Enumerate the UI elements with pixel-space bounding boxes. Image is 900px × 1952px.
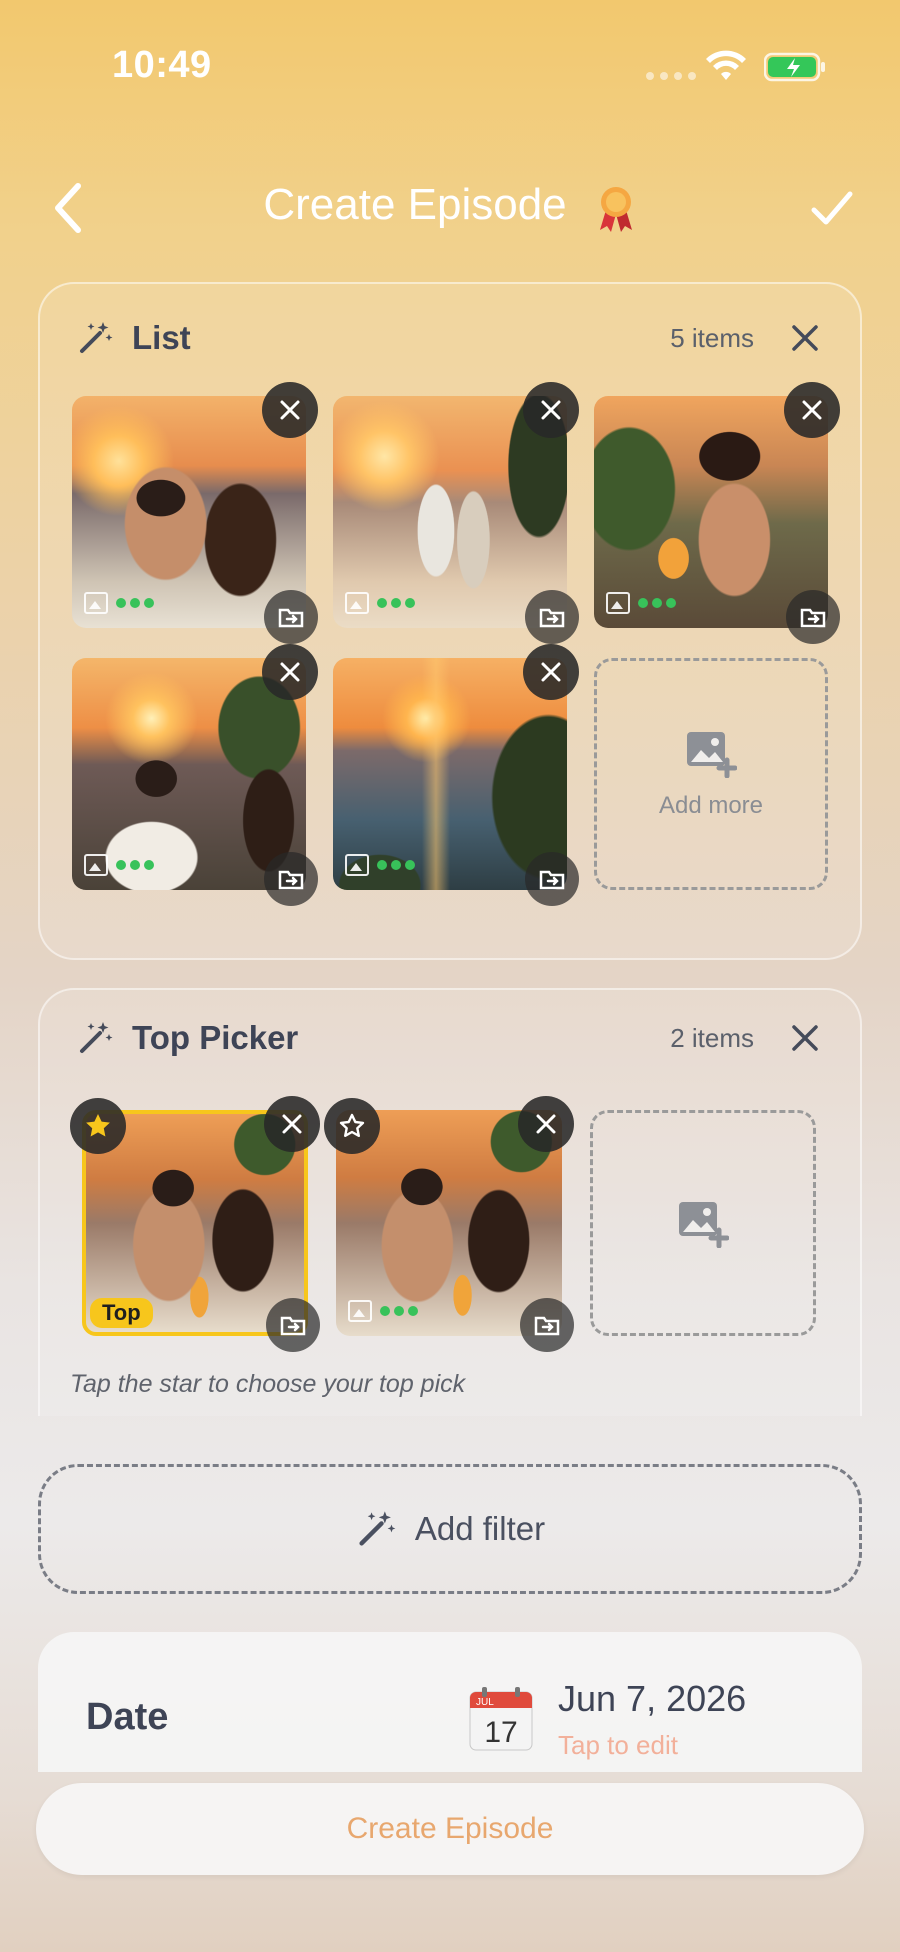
top-pick-badge: Top: [90, 1298, 153, 1328]
folder-move-icon: [278, 608, 304, 628]
move-photo-button[interactable]: [266, 1298, 320, 1352]
cellular-signal-icon: [646, 72, 696, 80]
status-dots: [638, 598, 676, 608]
star-filled-icon: [86, 1114, 110, 1137]
create-episode-button[interactable]: Create Episode: [36, 1783, 864, 1875]
image-icon: [84, 592, 108, 614]
calendar-day: 17: [484, 1716, 517, 1749]
add-filter-label: Add filter: [414, 1510, 546, 1547]
image-icon: [84, 854, 108, 876]
top-picker-item-count: 2 items: [670, 1022, 754, 1053]
top-picker-photo-tile[interactable]: [324, 1096, 574, 1352]
date-label: Date: [86, 1696, 169, 1738]
date-edit-hint[interactable]: Tap to edit: [558, 1730, 678, 1761]
move-photo-button[interactable]: [520, 1298, 574, 1352]
add-photo-icon: [687, 732, 737, 778]
remove-photo-button[interactable]: [523, 644, 579, 700]
award-badge-icon: [600, 187, 632, 232]
remove-list-filter-button[interactable]: [790, 323, 820, 353]
date-value: Jun 7, 2026: [558, 1678, 747, 1719]
magic-wand-icon: [80, 1022, 113, 1053]
remove-photo-button[interactable]: [262, 644, 318, 700]
top-pick-hint: Tap the star to choose your top pick: [70, 1370, 466, 1398]
move-photo-button[interactable]: [264, 852, 318, 906]
image-icon: [345, 854, 369, 876]
top-picker-card-header: Top Picker 2 items: [76, 1014, 820, 1062]
list-item-count: 5 items: [670, 322, 754, 353]
star-outline-icon: [339, 1113, 365, 1137]
status-time: 10:49: [112, 44, 212, 86]
image-icon: [606, 592, 630, 614]
close-icon: [280, 400, 300, 420]
image-icon: [348, 1300, 372, 1322]
remove-photo-button[interactable]: [518, 1096, 574, 1152]
close-icon: [536, 1114, 556, 1134]
status-dots: [377, 598, 415, 608]
status-dots: [380, 1306, 418, 1316]
remove-top-picker-filter-button[interactable]: [790, 1023, 820, 1053]
move-photo-button[interactable]: [525, 590, 579, 644]
top-pick-photo-tile[interactable]: Top: [70, 1096, 320, 1352]
move-photo-button[interactable]: [786, 590, 840, 644]
close-icon: [280, 662, 300, 682]
move-photo-button[interactable]: [264, 590, 318, 644]
add-more-label: Add more: [658, 792, 764, 819]
photo-meta: [606, 592, 676, 614]
page-title: Create Episode: [263, 180, 567, 229]
magic-wand-icon: [80, 322, 113, 353]
star-top-pick-button[interactable]: [70, 1098, 126, 1154]
battery-charging-icon: [764, 52, 825, 82]
close-icon: [541, 662, 561, 682]
wifi-icon: [706, 50, 746, 80]
close-icon: [282, 1114, 302, 1134]
photo-meta: [345, 592, 415, 614]
status-dots: [116, 860, 154, 870]
list-photo-tile[interactable]: [333, 382, 579, 644]
list-photo-tile[interactable]: [594, 382, 840, 644]
folder-move-icon: [539, 870, 565, 890]
remove-photo-button[interactable]: [523, 382, 579, 438]
status-dots: [377, 860, 415, 870]
list-card-title: List: [132, 319, 191, 356]
close-icon: [541, 400, 561, 420]
list-card-header: List 5 items: [76, 314, 820, 362]
star-top-pick-button[interactable]: [324, 1098, 380, 1154]
add-more-photos-button[interactable]: Add more: [594, 658, 828, 890]
folder-move-icon: [278, 870, 304, 890]
photo-meta: [345, 854, 415, 876]
photo-meta: [348, 1300, 418, 1322]
remove-photo-button[interactable]: [784, 382, 840, 438]
remove-photo-button[interactable]: [262, 382, 318, 438]
create-episode-label: Create Episode: [346, 1812, 554, 1845]
list-photo-tile[interactable]: [72, 382, 318, 644]
move-photo-button[interactable]: [525, 852, 579, 906]
top-picker-filter-card: Top Picker 2 items Top Tap the star to c…: [38, 988, 862, 1416]
close-icon: [802, 400, 822, 420]
list-filter-card: List 5 items Add more: [38, 282, 862, 960]
list-photo-tile[interactable]: [333, 644, 579, 906]
folder-move-icon: [280, 1316, 306, 1336]
remove-photo-button[interactable]: [264, 1096, 320, 1152]
status-dots: [116, 598, 154, 608]
photo-meta: [84, 854, 154, 876]
add-filter-button[interactable]: Add filter: [38, 1464, 862, 1594]
list-photo-tile[interactable]: [72, 644, 318, 906]
calendar-icon: JUL 17: [469, 1687, 533, 1751]
folder-move-icon: [800, 608, 826, 628]
calendar-month: JUL: [476, 1697, 494, 1708]
add-photo-icon: [679, 1202, 729, 1248]
top-picker-card-title: Top Picker: [132, 1019, 299, 1056]
photo-meta: [84, 592, 154, 614]
folder-move-icon: [534, 1316, 560, 1336]
magic-wand-icon: [359, 1511, 396, 1546]
image-icon: [345, 592, 369, 614]
add-top-pick-photo-button[interactable]: [590, 1110, 816, 1336]
confirm-checkmark-button[interactable]: [808, 186, 856, 230]
date-card[interactable]: Date JUL 17 Jun 7, 2026 Tap to edit: [38, 1632, 862, 1772]
folder-move-icon: [539, 608, 565, 628]
